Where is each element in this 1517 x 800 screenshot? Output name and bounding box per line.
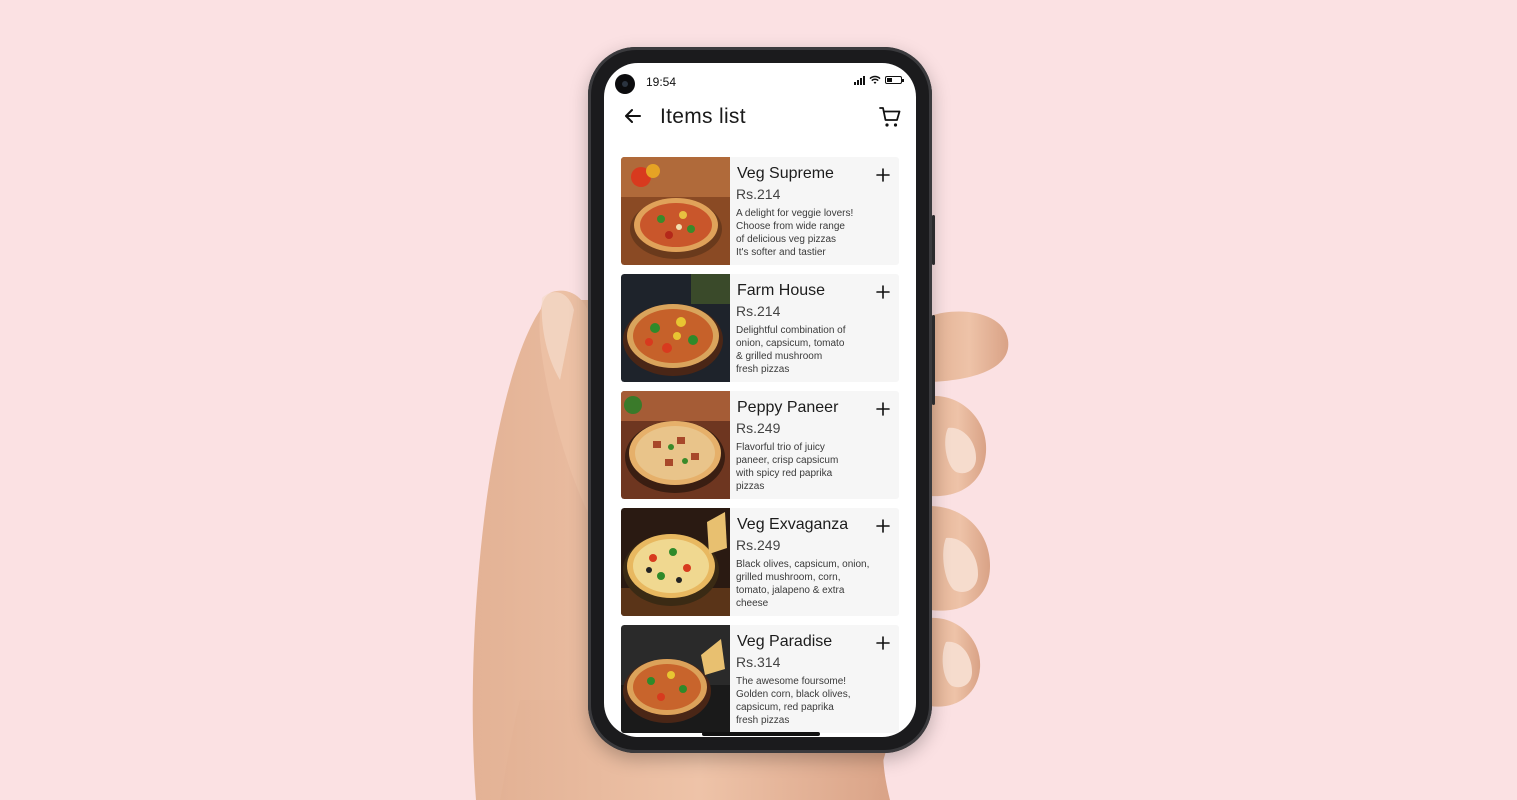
item-description: Delightful combination of onion, capsicu…	[736, 325, 846, 375]
status-icons	[854, 75, 904, 85]
home-indicator[interactable]	[702, 732, 820, 736]
pizza-image	[621, 391, 730, 499]
item-name: Veg Paradise	[737, 633, 833, 650]
item-price: Rs.249	[736, 420, 781, 436]
stage: 19:54 Items list Veg Supreme Rs.214 A de…	[0, 0, 1517, 800]
battery-level	[887, 78, 892, 82]
battery-icon	[885, 76, 904, 84]
item-name: Farm House	[737, 282, 826, 299]
cell-signal-icon	[854, 75, 865, 85]
plus-icon[interactable]	[876, 168, 890, 182]
app-header: Items list	[604, 99, 916, 139]
list-item[interactable]: Farm House Rs.214 Delightful combination…	[621, 274, 899, 382]
list-item[interactable]: Veg Exvaganza Rs.249 Black olives, capsi…	[621, 508, 899, 616]
list-item[interactable]: Veg Supreme Rs.214 A delight for veggie …	[621, 157, 899, 265]
item-name: Peppy Paneer	[737, 399, 839, 416]
volume-button	[932, 315, 935, 405]
shopping-cart-icon[interactable]	[878, 105, 902, 129]
status-time: 19:54	[646, 75, 677, 89]
plus-icon[interactable]	[876, 519, 890, 533]
pizza-image	[621, 274, 730, 382]
item-description: Black olives, capsicum, onion, grilled m…	[736, 559, 870, 609]
item-description: The awesome foursome! Golden corn, black…	[736, 676, 851, 726]
item-description: A delight for veggie lovers! Choose from…	[736, 208, 854, 258]
pizza-image	[621, 157, 730, 265]
item-price: Rs.249	[736, 537, 781, 553]
phone-frame: 19:54 Items list Veg Supreme Rs.214 A de…	[588, 47, 935, 753]
item-price: Rs.314	[736, 654, 781, 670]
page-title: Items list	[660, 105, 746, 128]
app-screen: 19:54 Items list Veg Supreme Rs.214 A de…	[604, 63, 916, 737]
pizza-image	[621, 508, 730, 616]
list-item[interactable]: Veg Paradise Rs.314 The awesome foursome…	[621, 625, 899, 733]
arrow-left-icon[interactable]	[624, 108, 642, 124]
item-name: Veg Exvaganza	[737, 516, 849, 533]
item-price: Rs.214	[736, 303, 781, 319]
item-list: Veg Supreme Rs.214 A delight for veggie …	[621, 157, 899, 737]
power-button	[932, 215, 935, 265]
pizza-image	[621, 625, 730, 733]
plus-icon[interactable]	[876, 285, 890, 299]
plus-icon[interactable]	[876, 402, 890, 416]
item-name: Veg Supreme	[737, 165, 834, 182]
item-price: Rs.214	[736, 186, 781, 202]
item-description: Flavorful trio of juicy paneer, crisp ca…	[736, 442, 839, 492]
plus-icon[interactable]	[876, 636, 890, 650]
wifi-icon	[869, 75, 881, 84]
list-item[interactable]: Peppy Paneer Rs.249 Flavorful trio of ju…	[621, 391, 899, 499]
front-camera	[615, 74, 635, 94]
